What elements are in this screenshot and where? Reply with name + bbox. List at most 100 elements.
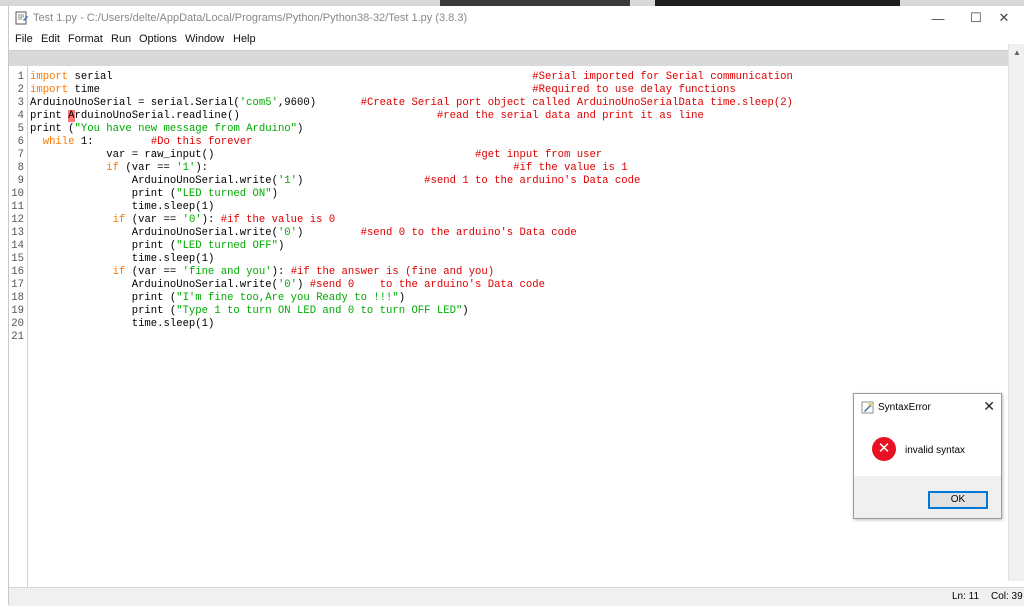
line-number: 13 — [11, 227, 24, 239]
line-number: 6 — [17, 136, 24, 148]
ok-button[interactable]: OK — [928, 491, 988, 509]
code-token: #if the value is 0 — [220, 214, 336, 226]
code-context-strip — [9, 50, 1017, 67]
python-file-icon — [15, 11, 28, 25]
code-token: #send 1 to the arduino's Data code — [424, 175, 641, 187]
code-token: ArduinoUnoSerial.write( — [30, 227, 278, 239]
code-token: #Do this forever — [150, 136, 253, 148]
line-number: 5 — [17, 123, 24, 135]
code-line[interactable]: import time #Required to use delay funct… — [30, 84, 736, 97]
code-line[interactable]: if (var == '1'): #if the value is 1 — [30, 162, 628, 175]
code-line[interactable]: print ("You have new message from Arduin… — [30, 123, 303, 136]
code-token: #send 0 to the arduino's Data code — [360, 227, 577, 239]
code-token: ) — [271, 188, 278, 200]
code-token: "LED turned ON" — [176, 188, 272, 200]
code-token: print — [30, 110, 69, 122]
dialog-title: SyntaxError — [878, 402, 931, 413]
status-column: Col: 39 — [991, 591, 1023, 602]
code-line[interactable]: if (var == '0'): #if the value is 0 — [30, 214, 336, 227]
code-token: rduinoUnoSerial.readline() — [74, 110, 437, 122]
code-line[interactable]: while 1: #Do this forever — [30, 136, 253, 149]
title-bar[interactable]: Test 1.py - C:/Users/delte/AppData/Local… — [9, 6, 1024, 30]
code-token: ,9600) — [277, 97, 361, 109]
code-token: #Required to use delay functions — [532, 84, 736, 96]
code-token: ) — [277, 240, 285, 252]
code-token: #Create Serial port object called Arduin… — [360, 97, 793, 109]
code-line[interactable]: print ("I'm fine too,Are you Ready to !!… — [30, 292, 405, 305]
code-token: '0' — [277, 279, 298, 291]
vertical-scrollbar[interactable]: ▲ — [1008, 44, 1024, 581]
menu-format[interactable]: Format — [68, 33, 103, 45]
code-line[interactable]: time.sleep(1) — [30, 318, 215, 331]
line-number: 12 — [11, 214, 24, 226]
code-token: time.sleep(1) — [30, 318, 215, 330]
line-number: 11 — [11, 201, 24, 213]
dialog-close-button[interactable]: ✕ — [983, 398, 995, 415]
code-token: ArduinoUnoSerial.write( — [30, 175, 278, 187]
code-line[interactable]: print ("Type 1 to turn ON LED and 0 to t… — [30, 305, 469, 318]
minimize-button[interactable]: — — [919, 6, 957, 30]
line-number: 8 — [17, 162, 24, 174]
code-token: "LED turned OFF" — [176, 240, 278, 252]
menu-run[interactable]: Run — [111, 33, 131, 45]
code-token: ): — [195, 162, 514, 174]
code-line[interactable]: if (var == 'fine and you'): #if the answ… — [30, 266, 494, 279]
line-number: 16 — [11, 266, 24, 278]
code-token: import — [30, 71, 69, 83]
code-token: #read the serial data and print it as li… — [436, 110, 704, 122]
line-number-gutter: 1 2 3 4 5 6 7 8 9 10 11 12 13 14 15 16 17 18 19 20 21 — [9, 66, 28, 587]
code-line[interactable]: var = raw_input() #get input from user — [30, 149, 602, 162]
code-line[interactable]: print ("LED turned ON") — [30, 188, 278, 201]
menu-file[interactable]: File — [15, 33, 33, 45]
scroll-up-icon[interactable]: ▲ — [1013, 48, 1021, 57]
code-token: print ( — [30, 240, 177, 252]
line-number: 21 — [11, 331, 24, 343]
code-token: #send 0 to the arduino's Data code — [309, 279, 545, 291]
code-line[interactable]: ArduinoUnoSerial.write('1') #send 1 to t… — [30, 175, 641, 188]
code-token: print ( — [30, 188, 177, 200]
code-token: ): — [201, 214, 221, 226]
code-token: ArduinoUnoSerial = serial.Serial( — [30, 97, 240, 109]
dialog-title-bar[interactable]: SyntaxError ✕ — [854, 394, 1001, 420]
code-line[interactable]: time.sleep(1) — [30, 253, 215, 266]
line-number: 4 — [17, 110, 24, 122]
code-token: #if the value is 1 — [513, 162, 628, 174]
code-token: ) — [462, 305, 469, 317]
error-icon: ✕ — [872, 437, 896, 461]
code-line[interactable]: ArduinoUnoSerial = serial.Serial('com5',… — [30, 97, 793, 110]
code-line[interactable]: time.sleep(1) — [30, 201, 215, 214]
dialog-footer: OK — [854, 476, 1001, 518]
menu-edit[interactable]: Edit — [41, 33, 60, 45]
menu-window[interactable]: Window — [185, 33, 224, 45]
code-line[interactable]: import serial #Serial imported for Seria… — [30, 71, 793, 84]
code-line[interactable]: print ArduinoUnoSerial.readline() #read … — [30, 110, 704, 123]
code-token: time.sleep(1) — [30, 253, 215, 265]
code-token: #Serial imported for Serial communicatio… — [532, 71, 793, 83]
line-number: 20 — [11, 318, 24, 330]
code-line[interactable]: ArduinoUnoSerial.write('0') #send 0 to t… — [30, 279, 545, 292]
code-token: import — [30, 84, 69, 96]
code-token: ) — [398, 292, 406, 304]
menu-options[interactable]: Options — [139, 33, 177, 45]
code-token: var = raw_input() — [30, 149, 476, 161]
code-token: while — [42, 136, 75, 148]
line-number: 18 — [11, 292, 24, 304]
line-number: 14 — [11, 240, 24, 252]
code-token: print ( — [30, 292, 177, 304]
code-line[interactable]: ArduinoUnoSerial.write('0') #send 0 to t… — [30, 227, 577, 240]
status-bar: Ln: 11 Col: 39 — [9, 587, 1024, 606]
close-button[interactable]: ✕ — [985, 6, 1023, 30]
syntax-error-dialog: SyntaxError ✕ ✕ invalid syntax OK — [853, 393, 1002, 519]
dialog-message: invalid syntax — [905, 445, 966, 456]
line-number: 15 — [11, 253, 24, 265]
code-token: serial — [68, 71, 533, 83]
code-token: '1' — [277, 175, 298, 187]
code-token: ArduinoUnoSerial.write( — [30, 279, 278, 291]
menu-help[interactable]: Help — [233, 33, 256, 45]
code-token: if — [112, 214, 126, 226]
code-line[interactable]: print ("LED turned OFF") — [30, 240, 285, 253]
code-token: print ( — [30, 123, 75, 135]
